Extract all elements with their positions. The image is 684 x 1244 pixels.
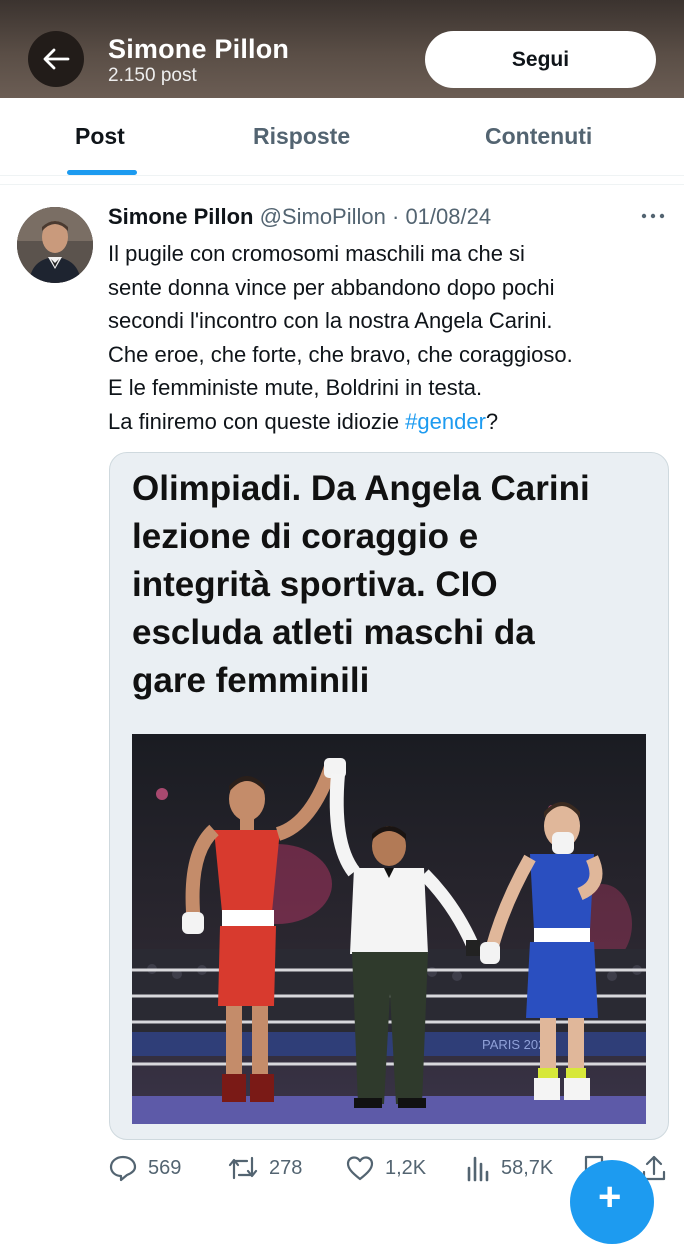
post-text-line: Che eroe, che forte, che bravo, che cora… xyxy=(108,341,573,367)
headline-line: Olimpiadi. Da Angela Carini xyxy=(132,469,590,508)
plus-icon: + xyxy=(598,1174,622,1219)
post-text-end: ? xyxy=(485,408,499,434)
post-text-line: Il pugile con cromosomi maschili ma che … xyxy=(108,241,525,266)
compose-button[interactable]: + xyxy=(570,1160,654,1244)
like-count: 1,2K xyxy=(385,1156,427,1179)
reply-count: 569 xyxy=(148,1156,182,1179)
avatar-photo xyxy=(17,207,93,283)
post-text-line: E le femministe mute, Boldrini in testa. xyxy=(108,375,483,401)
post-text-line: sente donna vince per abbandono dopo poc… xyxy=(108,274,555,300)
headline-line: escluda atleti maschi da xyxy=(132,613,535,652)
post-text: Il pugile con cromosomi maschili ma che … xyxy=(108,237,668,439)
post-date[interactable]: 01/08/24 xyxy=(405,204,491,229)
boxing-match-photo: PARIS 2024 xyxy=(132,734,646,1124)
meta-separator: · xyxy=(391,204,400,229)
post-header: Simone Pillon @SimoPillon · 01/08/24 xyxy=(108,204,491,230)
post-count: 2.150 post xyxy=(108,65,197,86)
repost-count: 278 xyxy=(269,1156,303,1179)
repost-button[interactable]: 278 xyxy=(227,1154,302,1182)
more-options-icon[interactable] xyxy=(640,206,666,226)
post-text-line-last: La finiremo con queste idiozie #gender? xyxy=(108,405,668,439)
profile-header: Simone Pillon 2.150 post Segui xyxy=(0,0,684,98)
like-button[interactable]: 1,2K xyxy=(345,1154,426,1182)
reply-button[interactable]: 569 xyxy=(108,1154,181,1182)
heart-icon xyxy=(346,1156,374,1181)
views-button[interactable]: 58,7K xyxy=(465,1154,553,1182)
profile-tabs: Post Risposte Contenuti xyxy=(0,98,684,176)
back-button[interactable] xyxy=(28,31,84,87)
hashtag-link[interactable]: #gender xyxy=(405,409,486,434)
reply-icon xyxy=(109,1155,137,1182)
tab-post[interactable]: Post xyxy=(75,123,125,150)
follow-button[interactable]: Segui xyxy=(425,31,656,88)
card-headline: Olimpiadi. Da Angela Carini lezione di c… xyxy=(132,465,652,705)
headline-line: lezione di coraggio e xyxy=(132,517,479,556)
profile-name: Simone Pillon xyxy=(108,34,290,64)
headline-line: gare femminili xyxy=(132,661,370,700)
post-handle[interactable]: @SimoPillon xyxy=(260,204,386,229)
avatar[interactable] xyxy=(17,207,93,283)
post-text-line: La finiremo con queste idiozie xyxy=(108,408,406,434)
active-tab-indicator xyxy=(67,170,137,175)
tab-risposte[interactable]: Risposte xyxy=(253,123,350,150)
post-text-line: secondi l'incontro con la nostra Angela … xyxy=(108,308,553,334)
repost-icon xyxy=(228,1156,258,1180)
view-count: 58,7K xyxy=(501,1156,554,1179)
views-bar-chart-icon xyxy=(467,1156,489,1182)
tab-contenuti[interactable]: Contenuti xyxy=(485,123,592,150)
divider xyxy=(0,176,684,185)
embedded-media-card[interactable]: Olimpiadi. Da Angela Carini lezione di c… xyxy=(109,452,669,1140)
headline-line: integrità sportiva. CIO xyxy=(132,565,498,604)
post-author[interactable]: Simone Pillon xyxy=(108,204,253,229)
arrow-left-icon xyxy=(43,48,70,70)
